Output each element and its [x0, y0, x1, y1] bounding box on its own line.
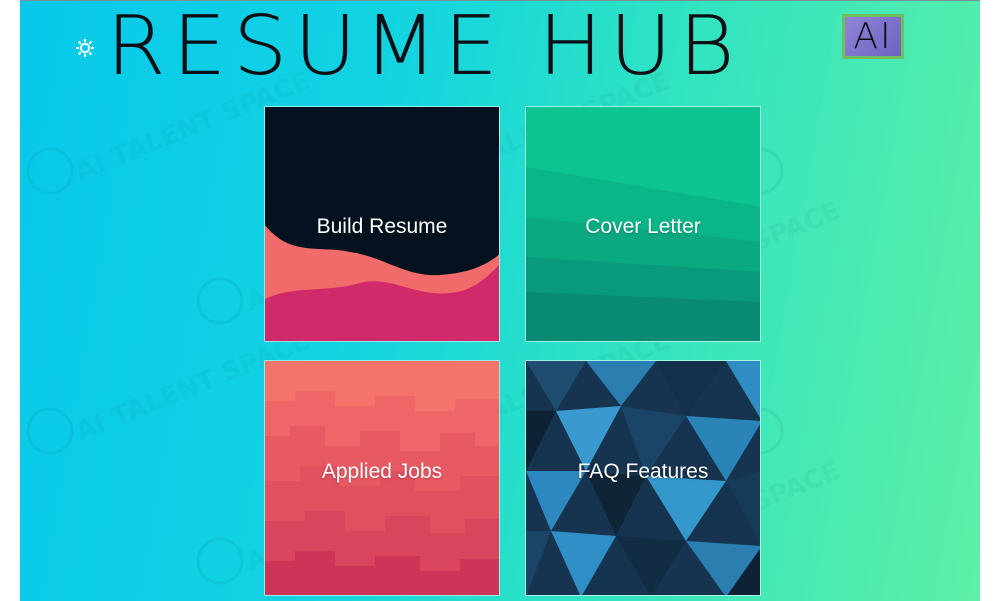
build-resume-tile[interactable]: Build Resume	[264, 106, 500, 342]
app-window: AI TALENT SPACE AI TALENT SPACE AI TALEN…	[20, 0, 980, 601]
cover-letter-label: Cover Letter	[585, 215, 701, 238]
applied-jobs-tile[interactable]: Applied Jobs	[264, 360, 500, 596]
app-logo: RESUME HUB	[106, 0, 742, 94]
faq-features-label: FAQ Features	[577, 460, 709, 483]
cover-letter-tile[interactable]: Cover Letter	[525, 106, 761, 342]
applied-jobs-label: Applied Jobs	[321, 460, 443, 483]
faq-features-tile[interactable]: FAQ Features	[525, 360, 761, 596]
build-resume-label: Build Resume	[316, 215, 448, 238]
settings-button[interactable]	[74, 37, 96, 59]
gear-icon	[76, 39, 94, 57]
ai-badge: AI	[842, 14, 904, 59]
